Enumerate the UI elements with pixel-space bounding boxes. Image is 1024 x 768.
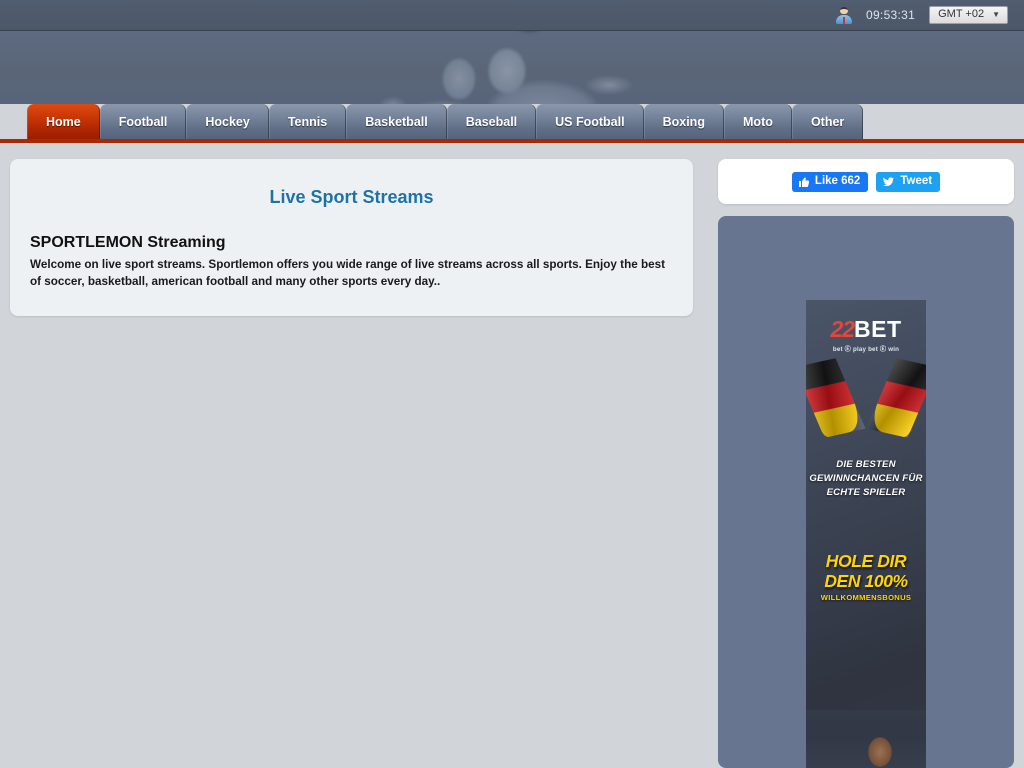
top-utility-bar-items: 09:53:31 GMT +02 ▼	[835, 6, 1008, 24]
advertisement-headline: DIE BESTEN GEWINNCHANCEN FÜR ECHTE SPIEL…	[809, 459, 923, 499]
top-utility-bar: 09:53:31 GMT +02 ▼	[0, 0, 1024, 31]
twitter-bird-icon	[882, 176, 895, 188]
nav-tab-label: Other	[810, 114, 845, 129]
bonus-line-1: HOLE DIR	[825, 551, 907, 571]
timezone-label: GMT +02	[938, 8, 985, 20]
german-flag-icon	[806, 358, 926, 438]
nav-tab-label: US Football	[555, 114, 625, 129]
advertiser-brand-part2: BET	[854, 316, 902, 342]
nav-tab-label: Boxing	[662, 114, 705, 129]
nav-tab-baseball[interactable]: Baseball	[446, 104, 537, 139]
advertisement-banner[interactable]: 22BET bet Ⓔ play bet Ⓔ win DIE BESTEN GE…	[806, 300, 926, 768]
page-title: Live Sport Streams	[269, 187, 434, 207]
nav-tab-label: Home	[46, 114, 81, 129]
bonus-line-2: DEN 100%	[824, 570, 908, 591]
chevron-down-icon: ▼	[992, 9, 1000, 19]
social-buttons-panel: Like 662 Tweet	[718, 159, 1014, 204]
nav-tab-label: Baseball	[465, 114, 518, 129]
advertiser-logo: 22BET bet Ⓔ play bet Ⓔ win	[806, 318, 926, 354]
nav-tab-us-football[interactable]: US Football	[536, 104, 644, 139]
nav-tab-boxing[interactable]: Boxing	[643, 104, 724, 139]
nav-tab-other[interactable]: Other	[791, 104, 864, 139]
nav-tab-tennis[interactable]: Tennis	[268, 104, 347, 139]
facebook-like-button[interactable]: Like 662	[791, 171, 869, 192]
main-navigation-bar: Home Football Hockey Tennis Basketball B…	[0, 104, 1024, 143]
advertiser-brand-part1: 22	[830, 316, 855, 342]
section-heading: SPORTLEMON Streaming	[30, 234, 226, 251]
thumbs-up-icon	[798, 176, 810, 188]
twitter-tweet-label: Tweet	[900, 174, 933, 187]
site-header	[0, 31, 1024, 104]
german-flag-right	[866, 358, 926, 438]
advertisement-bonus: HOLE DIR DEN 100% WILLKOMMENSBONUS	[806, 551, 926, 603]
nav-tab-label: Football	[118, 114, 168, 129]
facebook-like-label: Like 662	[814, 174, 861, 187]
main-navigation: Home Football Hockey Tennis Basketball B…	[27, 104, 864, 139]
clock-time: 09:53:31	[865, 8, 916, 22]
german-flag-left	[806, 358, 866, 438]
nav-tab-label: Tennis	[287, 114, 328, 129]
nav-tab-label: Hockey	[205, 114, 250, 129]
tennis-players-photo-icon	[806, 710, 926, 768]
timezone-selector[interactable]: GMT +02 ▼	[929, 6, 1008, 24]
nav-tab-moto[interactable]: Moto	[723, 104, 792, 139]
nav-tab-basketball[interactable]: Basketball	[346, 104, 447, 139]
advertiser-brand: 22BET	[806, 318, 926, 341]
advertiser-tagline: bet Ⓔ play bet Ⓔ win	[832, 346, 900, 353]
main-content-card: Live Sport Streams SPORTLEMON Streaming …	[10, 159, 693, 316]
user-avatar-tie	[842, 17, 845, 24]
user-avatar-icon[interactable]	[835, 6, 852, 24]
sport-photo-background-icon	[347, 31, 677, 104]
advertisement-panel: 22BET bet Ⓔ play bet Ⓔ win DIE BESTEN GE…	[718, 216, 1014, 768]
nav-tab-label: Moto	[743, 114, 773, 129]
nav-tab-football[interactable]: Football	[99, 104, 187, 139]
nav-tab-home[interactable]: Home	[27, 104, 100, 139]
nav-tab-label: Basketball	[365, 114, 428, 129]
section-body-text: Welcome on live sport streams. Sportlemo…	[30, 258, 665, 288]
twitter-tweet-button[interactable]: Tweet	[876, 171, 941, 192]
user-avatar-head	[839, 7, 848, 14]
bonus-subtitle: WILLKOMMENSBONUS	[820, 593, 912, 603]
nav-tab-hockey[interactable]: Hockey	[186, 104, 269, 139]
